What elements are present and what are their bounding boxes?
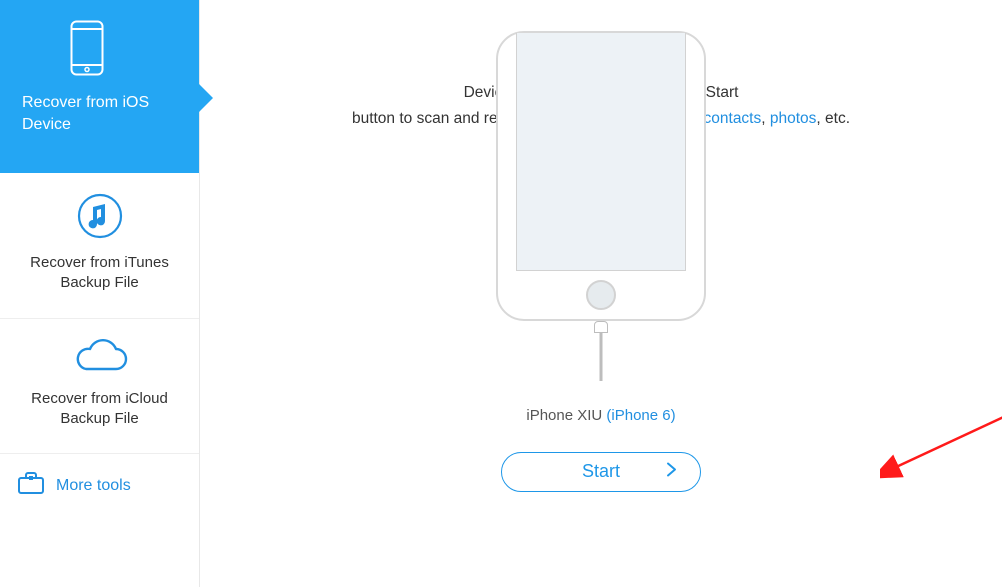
sidebar-item-itunes-backup[interactable]: Recover from iTunes Backup File bbox=[0, 173, 199, 319]
cable-plug bbox=[594, 321, 608, 333]
device-model: (iPhone 6) bbox=[606, 407, 675, 424]
device-name: iPhone XIU (iPhone 6) bbox=[200, 407, 1002, 424]
phone-body bbox=[496, 31, 706, 321]
toolbox-icon bbox=[18, 472, 44, 499]
main-content: Device connected, please click the Start… bbox=[200, 0, 1002, 587]
more-tools-button[interactable]: More tools bbox=[0, 454, 199, 517]
link-photos[interactable]: photos bbox=[770, 110, 817, 127]
sidebar-item-ios-device[interactable]: Recover from iOS Device bbox=[0, 0, 199, 173]
more-tools-label: More tools bbox=[56, 477, 131, 495]
link-contacts[interactable]: contacts bbox=[704, 110, 762, 127]
phone-screen bbox=[516, 33, 686, 271]
phone-illustration bbox=[496, 151, 706, 351]
chevron-right-icon bbox=[666, 461, 678, 482]
phone-home-button bbox=[586, 280, 616, 310]
sidebar: Recover from iOS Device Recover from iTu… bbox=[0, 0, 200, 587]
sidebar-item-label: Recover from iTunes Backup File bbox=[20, 253, 179, 294]
phone-icon bbox=[70, 20, 177, 76]
sidebar-item-label: Recover from iCloud Backup File bbox=[20, 389, 179, 430]
device-user-name: iPhone XIU bbox=[526, 407, 606, 424]
sidebar-item-label: Recover from iOS Device bbox=[22, 92, 177, 135]
start-button[interactable]: Start bbox=[501, 452, 701, 492]
sidebar-item-icloud-backup[interactable]: Recover from iCloud Backup File bbox=[0, 319, 199, 455]
cable-wire bbox=[600, 333, 603, 381]
music-note-icon bbox=[20, 193, 179, 239]
cloud-icon bbox=[20, 339, 179, 375]
start-button-label: Start bbox=[582, 461, 620, 482]
annotation-arrow bbox=[880, 390, 1002, 490]
